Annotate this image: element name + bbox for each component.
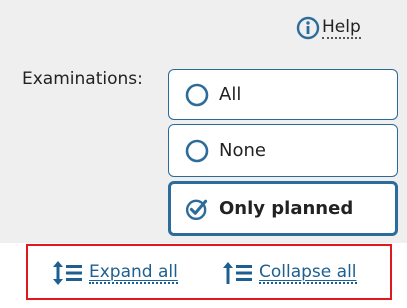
collapse-all-label: Collapse all — [259, 261, 357, 284]
expand-all-icon — [53, 261, 82, 285]
collapse-all-icon — [223, 262, 252, 284]
help-label: Help — [322, 16, 361, 39]
option-only-planned[interactable]: Only planned — [168, 181, 398, 236]
option-none[interactable]: None — [168, 124, 398, 177]
collapse-all-button[interactable]: Collapse all — [222, 260, 357, 286]
examinations-label: Examinations: — [22, 69, 143, 89]
radio-empty-icon — [185, 83, 209, 106]
expand-all-button[interactable]: Expand all — [52, 260, 178, 286]
option-all-label: All — [219, 84, 242, 105]
expand-all-label: Expand all — [89, 261, 178, 284]
radio-checked-icon — [185, 199, 208, 220]
option-only-planned-label: Only planned — [219, 198, 354, 219]
info-icon — [296, 16, 320, 40]
option-none-label: None — [219, 140, 266, 161]
option-all[interactable]: All — [168, 69, 398, 120]
help-link[interactable]: Help — [296, 16, 361, 40]
radio-empty-icon — [185, 139, 209, 162]
